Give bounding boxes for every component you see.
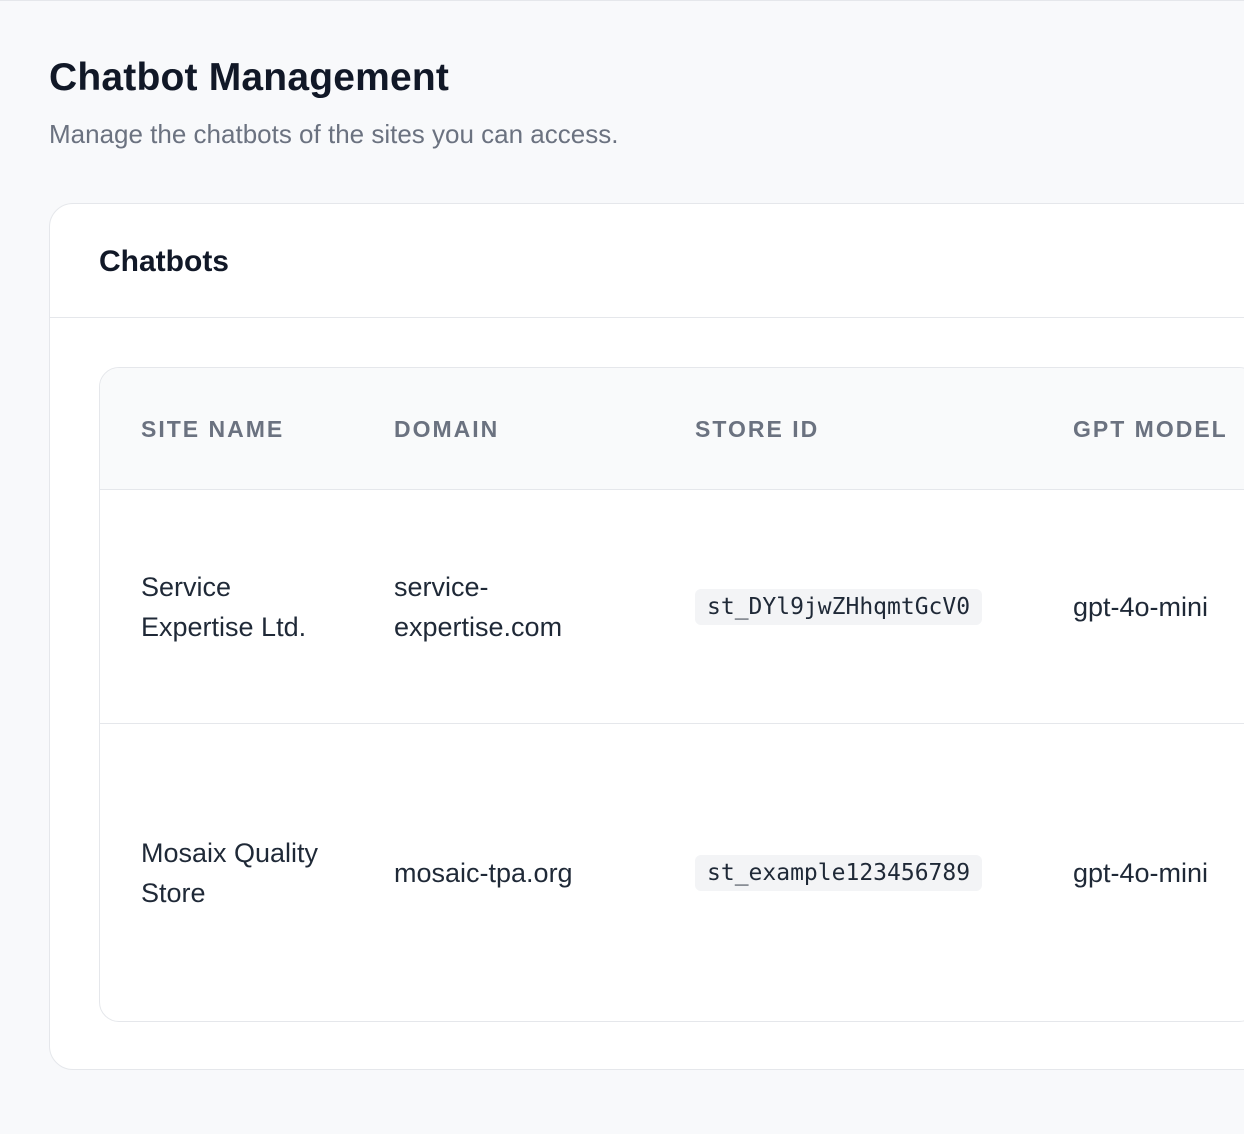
top-border [0, 0, 1244, 1]
page-title: Chatbot Management [49, 56, 450, 99]
cell-store-id: st_DYl9jwZHhqmtGcV0 [695, 490, 1025, 723]
card-title: Chatbots [99, 245, 229, 278]
chatbots-table: SITE NAME DOMAIN STORE ID GPT MODEL Serv… [99, 367, 1244, 1022]
column-header-gpt-model[interactable]: GPT MODEL [1073, 368, 1233, 489]
store-id-code: st_example123456789 [695, 855, 983, 891]
page-subtitle: Manage the chatbots of the sites you can… [49, 119, 619, 149]
card-divider [50, 317, 1244, 318]
table-row[interactable]: Service Expertise Ltd. service-expertise… [100, 490, 1244, 724]
cell-site-name: Service Expertise Ltd. [141, 490, 341, 723]
cell-domain: mosaic-tpa.org [394, 724, 634, 1021]
site-name-text: Service Expertise Ltd. [141, 571, 307, 642]
cell-store-id: st_example123456789 [695, 724, 1025, 1021]
cell-domain: service-expertise.com [394, 490, 634, 723]
store-id-code: st_DYl9jwZHhqmtGcV0 [695, 588, 983, 625]
chatbots-card: Chatbots SITE NAME DOMAIN STORE ID GPT M… [49, 203, 1244, 1070]
cell-gpt-model: gpt-4o-mini [1073, 724, 1233, 1021]
column-header-store-id[interactable]: STORE ID [695, 368, 1025, 489]
column-header-domain[interactable]: DOMAIN [394, 368, 634, 489]
gpt-model-text: gpt-4o-mini [1073, 591, 1209, 622]
column-header-site-name[interactable]: SITE NAME [141, 368, 341, 489]
cell-site-name: Mosaix Quality Store [141, 724, 341, 1021]
domain-text: mosaic-tpa.org [394, 858, 573, 888]
table-header: SITE NAME DOMAIN STORE ID GPT MODEL [100, 368, 1244, 490]
cell-gpt-model: gpt-4o-mini [1073, 490, 1233, 723]
gpt-model-text: gpt-4o-mini [1073, 858, 1209, 888]
site-name-text: Mosaix Quality Store [141, 838, 319, 908]
domain-text: service-expertise.com [394, 571, 563, 642]
table-row[interactable]: Mosaix Quality Store mosaic-tpa.org st_e… [100, 724, 1244, 1021]
